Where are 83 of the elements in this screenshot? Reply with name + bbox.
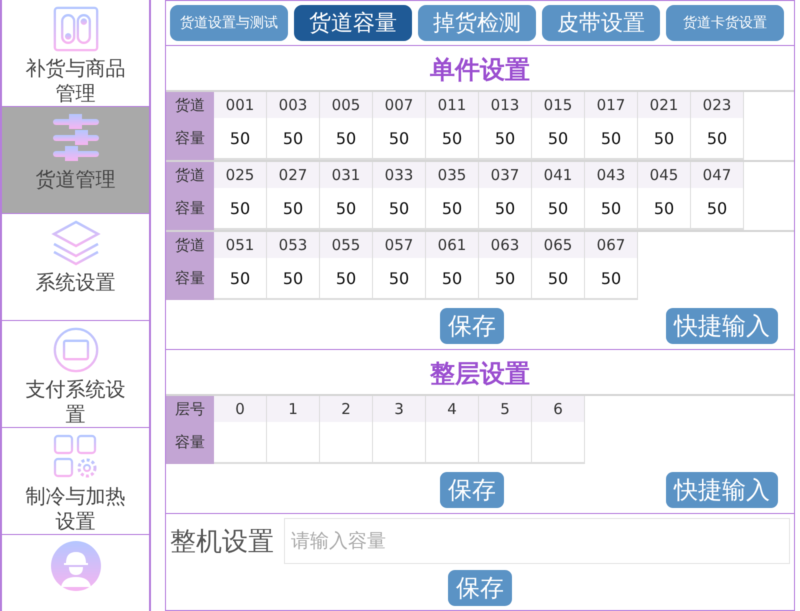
lane-number-cell: 1 xyxy=(267,396,319,422)
lane-number-cell: 041 xyxy=(532,162,584,188)
lane-number-cell: 061 xyxy=(426,232,478,258)
lane-number-cell: 065 xyxy=(532,232,584,258)
capacity-cell[interactable]: 50 xyxy=(479,258,531,298)
row-header: 容量 xyxy=(174,128,206,148)
row-header: 货道 xyxy=(174,94,206,116)
sidebar-item[interactable]: 货道管理 xyxy=(2,107,149,214)
lane-number-cell: 021 xyxy=(638,92,690,118)
lane-number-cell: 6 xyxy=(532,396,584,422)
lane-number-cell: 035 xyxy=(426,162,478,188)
lane-number-cell: 033 xyxy=(373,162,425,188)
switch-panel-icon xyxy=(50,6,100,52)
capacity-cell[interactable]: 50 xyxy=(532,118,584,158)
capacity-cell[interactable]: 50 xyxy=(214,118,266,158)
lane-number-cell: 2 xyxy=(320,396,372,422)
lane-number-cell: 5 xyxy=(479,396,531,422)
capacity-cell[interactable]: 50 xyxy=(479,188,531,228)
lane-number-cell: 057 xyxy=(373,232,425,258)
capacity-cell[interactable]: 50 xyxy=(691,118,743,158)
capacity-cell[interactable]: 50 xyxy=(479,118,531,158)
lane-number-cell: 025 xyxy=(214,162,266,188)
lane-number-cell: 045 xyxy=(638,162,690,188)
row-header: 货道 xyxy=(174,164,206,186)
lane-number-cell: 011 xyxy=(426,92,478,118)
capacity-cell[interactable]: 50 xyxy=(426,258,478,298)
lane-number-cell: 037 xyxy=(479,162,531,188)
lane-number-cell: 023 xyxy=(691,92,743,118)
capacity-cell[interactable]: 50 xyxy=(426,188,478,228)
capacity-cell[interactable]: 50 xyxy=(373,188,425,228)
lane-number-cell: 001 xyxy=(214,92,266,118)
lane-number-cell: 3 xyxy=(373,396,425,422)
row-header: 层号 xyxy=(174,398,206,420)
capacity-input[interactable]: 请输入容量 xyxy=(284,518,790,564)
lane-number-cell: 047 xyxy=(691,162,743,188)
capacity-cell[interactable]: 50 xyxy=(373,258,425,298)
row-header: 货道 xyxy=(174,234,206,256)
capacity-cell[interactable]: 50 xyxy=(267,188,319,228)
layers-icon xyxy=(50,220,100,266)
lane-number-cell: 003 xyxy=(267,92,319,118)
row-header: 容量 xyxy=(174,198,206,218)
capacity-cell[interactable]: 50 xyxy=(373,118,425,158)
capacity-cell[interactable]: 50 xyxy=(638,118,690,158)
lane-number-cell: 4 xyxy=(426,396,478,422)
lane-number-cell: 0 xyxy=(214,396,266,422)
sliders-icon xyxy=(50,113,100,163)
capacity-cell[interactable]: 50 xyxy=(267,258,319,298)
capacity-cell[interactable]: 50 xyxy=(585,118,637,158)
lane-number-cell: 017 xyxy=(585,92,637,118)
capacity-cell[interactable]: 50 xyxy=(691,188,743,228)
card-icon xyxy=(50,327,100,373)
capacity-cell[interactable]: 50 xyxy=(320,258,372,298)
capacity-cell[interactable]: 50 xyxy=(585,258,637,298)
lane-number-cell: 031 xyxy=(320,162,372,188)
lane-number-cell: 015 xyxy=(532,92,584,118)
lane-number-cell: 013 xyxy=(479,92,531,118)
capacity-cell[interactable]: 50 xyxy=(214,258,266,298)
capacity-cell[interactable]: 50 xyxy=(214,188,266,228)
capacity-cell[interactable]: 50 xyxy=(267,118,319,158)
capacity-cell[interactable]: 50 xyxy=(532,188,584,228)
lane-number-cell: 005 xyxy=(320,92,372,118)
lane-number-cell: 027 xyxy=(267,162,319,188)
capacity-cell[interactable]: 50 xyxy=(320,188,372,228)
capacity-cell[interactable]: 50 xyxy=(532,258,584,298)
grid-gear-icon xyxy=(52,434,98,480)
capacity-cell[interactable]: 50 xyxy=(638,188,690,228)
capacity-cell[interactable]: 50 xyxy=(585,188,637,228)
worker-avatar-icon xyxy=(50,541,100,591)
field-label: 整机设置 xyxy=(170,526,274,558)
section-title: 单件设置 xyxy=(430,54,530,86)
lane-number-cell: 053 xyxy=(267,232,319,258)
capacity-cell[interactable]: 50 xyxy=(320,118,372,158)
lane-number-cell: 063 xyxy=(479,232,531,258)
tab[interactable]: 货道容量 xyxy=(294,5,412,41)
capacity-cell[interactable]: 50 xyxy=(426,118,478,158)
lane-number-cell: 055 xyxy=(320,232,372,258)
row-header: 容量 xyxy=(174,268,206,288)
lane-number-cell: 051 xyxy=(214,232,266,258)
lane-number-cell: 043 xyxy=(585,162,637,188)
section-title: 整层设置 xyxy=(430,358,530,390)
lane-number-cell: 067 xyxy=(585,232,637,258)
row-header: 容量 xyxy=(174,432,206,452)
lane-number-cell: 007 xyxy=(373,92,425,118)
